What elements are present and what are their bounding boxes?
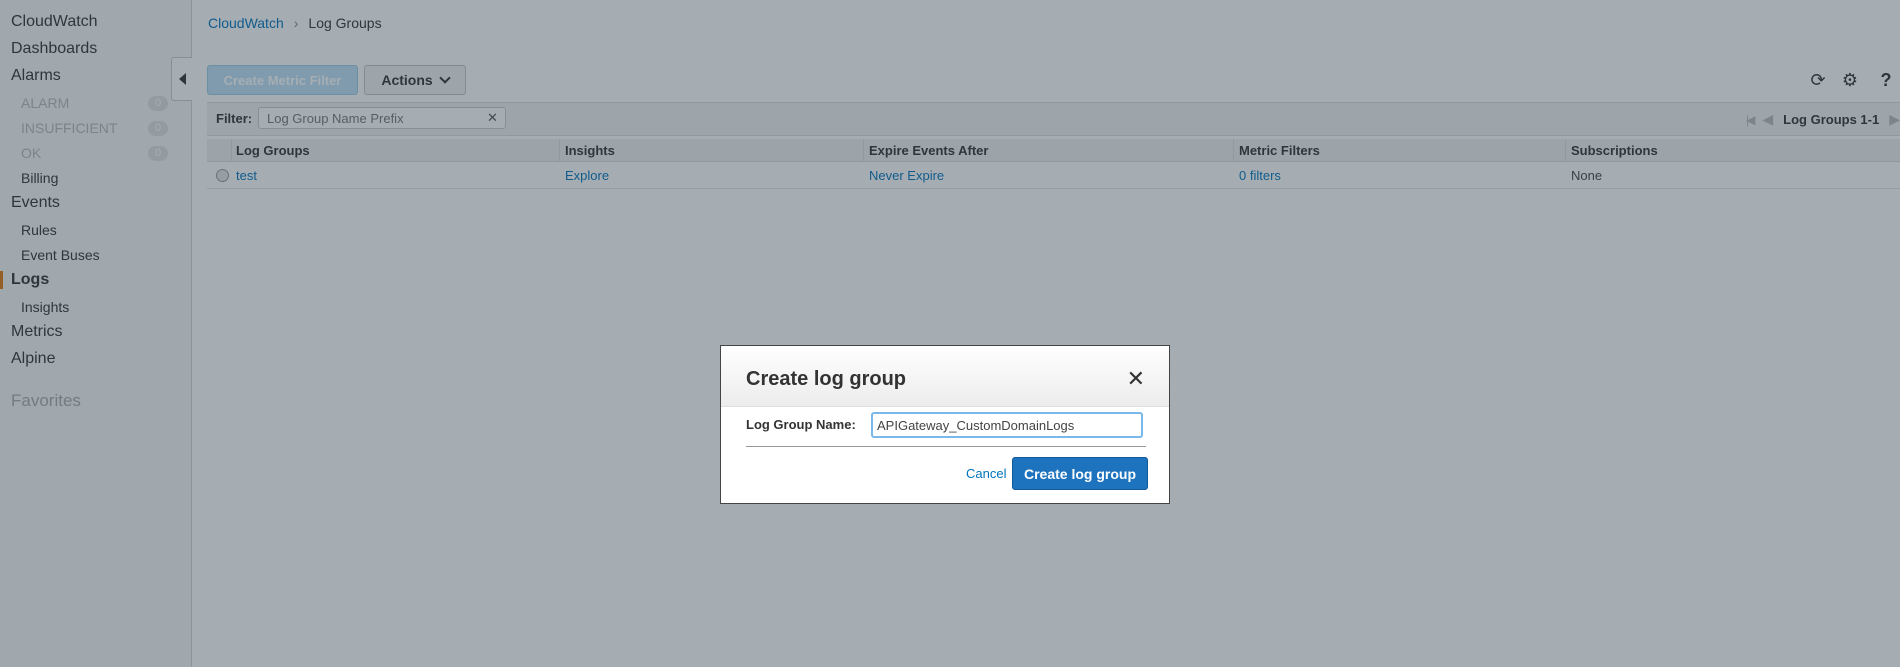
- create-log-group-button[interactable]: Create log group: [1012, 457, 1148, 490]
- log-group-name-input[interactable]: [871, 412, 1143, 438]
- log-group-name-label: Log Group Name:: [746, 417, 856, 432]
- modal-backdrop[interactable]: [0, 0, 1900, 667]
- cancel-button[interactable]: Cancel: [966, 466, 1006, 481]
- create-log-group-dialog: Create log group ✕ Log Group Name: Cance…: [720, 345, 1170, 504]
- close-icon[interactable]: ✕: [1127, 368, 1145, 390]
- dialog-divider: [746, 446, 1146, 447]
- dialog-title: Create log group: [746, 368, 907, 390]
- dialog-header: Create log group ✕: [721, 346, 1169, 407]
